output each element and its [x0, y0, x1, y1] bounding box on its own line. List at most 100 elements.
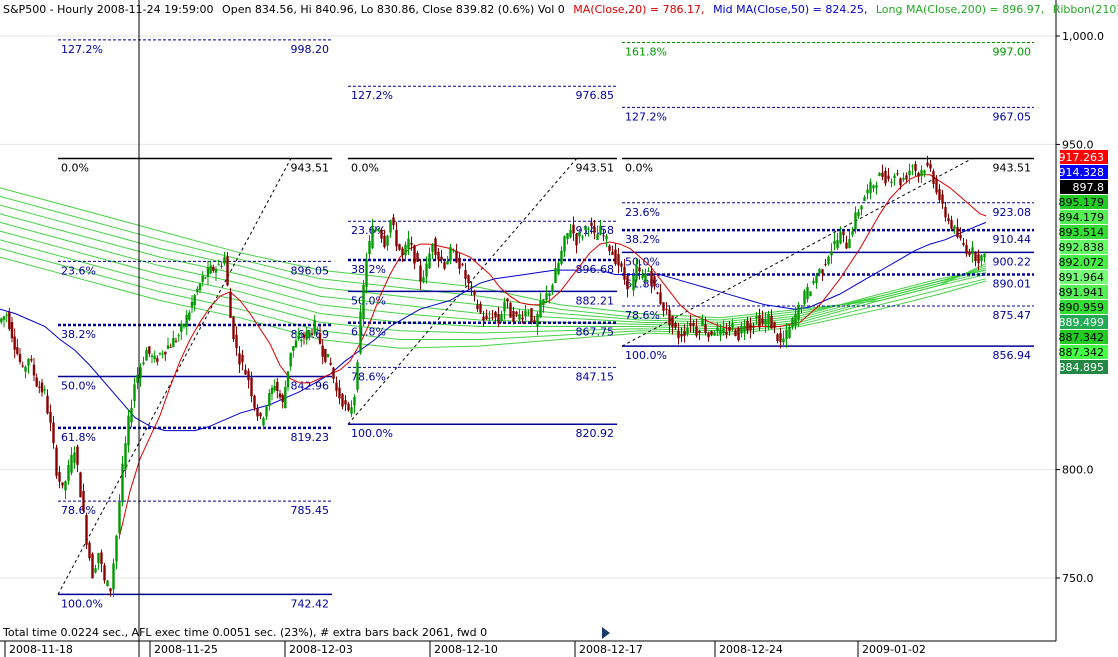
candle-body — [209, 265, 212, 274]
candle-body — [76, 446, 79, 465]
candle-body — [536, 313, 539, 327]
candle-body — [38, 386, 41, 388]
candle-body — [866, 189, 869, 194]
price-tag: 887.342 — [1059, 345, 1108, 359]
fib-level-value: 742.42 — [291, 597, 330, 610]
price-tag-label: 897.8 — [1073, 181, 1105, 194]
price-tag-label: 887.342 — [1059, 331, 1105, 344]
candle-body — [241, 354, 244, 363]
price-tag-label: 884.895 — [1059, 361, 1105, 374]
candle-body — [419, 265, 422, 282]
fib-level-value: 875.47 — [993, 309, 1032, 322]
candle-body — [32, 364, 36, 376]
candle-body — [174, 340, 178, 342]
candle-body — [150, 355, 154, 357]
candle-body — [292, 346, 295, 351]
candle-body — [548, 293, 551, 296]
candle-body — [968, 251, 971, 256]
x-tick-label: 2008-11-25 — [154, 643, 218, 656]
candle-body — [201, 275, 204, 282]
candle-body — [674, 322, 677, 328]
candle-body — [443, 262, 446, 269]
fib-level-value: 967.05 — [993, 110, 1032, 123]
candle-body — [713, 332, 716, 336]
candle-body — [362, 284, 365, 320]
candle-body — [326, 353, 330, 358]
candle-body — [785, 329, 788, 340]
fib-level-pct: 38.2% — [351, 263, 386, 276]
candle-body — [887, 175, 890, 179]
candle-body — [166, 345, 170, 349]
fib-level-pct: 50.0% — [625, 255, 660, 268]
candle-body — [737, 327, 740, 341]
candle-body — [332, 367, 335, 379]
candle-body — [695, 326, 698, 336]
candle-body — [560, 250, 563, 264]
candle-body — [890, 181, 893, 183]
candle-body — [371, 227, 374, 249]
candle-body — [49, 411, 52, 423]
candle-body — [692, 323, 695, 327]
price-tag: 891.964 — [1059, 270, 1108, 284]
candle-body — [911, 165, 914, 167]
candle-body — [500, 314, 503, 322]
candle-body — [527, 312, 530, 314]
candle-body — [452, 250, 455, 252]
candle-body — [539, 300, 542, 317]
candle-body — [521, 317, 524, 320]
y-tick-label: 1,000.0 — [1062, 30, 1104, 43]
candle-body — [18, 353, 22, 362]
candle-body — [286, 371, 290, 388]
candle-body — [725, 331, 728, 335]
candle-body — [659, 292, 662, 304]
candle-body — [109, 588, 112, 592]
candle-body — [464, 270, 467, 279]
candle-body — [881, 172, 884, 177]
candle-body — [156, 358, 159, 362]
fib-level-value: 976.85 — [576, 89, 615, 102]
price-tag-label: 890.959 — [1059, 301, 1105, 314]
candle-body — [755, 316, 758, 319]
candle-body — [198, 283, 202, 290]
candle-body — [85, 515, 88, 545]
x-tick-label: 2008-11-18 — [9, 643, 73, 656]
candle-body — [854, 212, 857, 230]
candle-body — [172, 337, 175, 348]
candle-body — [503, 301, 506, 312]
fib-level-pct: 161.8% — [625, 46, 667, 59]
candle-body — [653, 276, 656, 286]
title-ribbon: Ribbon(210) = 898 — [1053, 3, 1118, 16]
candle-body — [794, 314, 797, 326]
price-tag: 891.941 — [1059, 285, 1108, 299]
candle-body — [566, 233, 569, 240]
candle-body — [273, 386, 276, 391]
candle-body — [791, 318, 794, 327]
candle-body — [845, 242, 848, 249]
fib-level-pct: 50.0% — [351, 294, 386, 307]
candle-body — [341, 394, 344, 407]
candle-body — [980, 255, 983, 261]
candle-body — [223, 256, 226, 264]
candle-body — [914, 163, 917, 171]
candle-body — [329, 362, 332, 365]
price-tag: 895.179 — [1059, 195, 1108, 209]
candle-body — [145, 349, 148, 361]
price-tag: 889.499 — [1059, 315, 1108, 329]
candle-body — [650, 270, 653, 287]
candle-body — [139, 367, 142, 379]
candle-body — [605, 235, 608, 240]
candle-body — [395, 229, 398, 247]
candle-body — [836, 240, 839, 249]
price-tags: 917.263 914.328 897.8 895.179 894.179 893.514… — [1059, 150, 1108, 374]
y-tick-label: 800.0 — [1062, 464, 1094, 477]
fib-level-pct: 38.2% — [61, 328, 96, 341]
candle-body — [569, 229, 572, 238]
y-tick-label: 750.0 — [1062, 572, 1094, 585]
fib-level-value: 867.75 — [576, 326, 615, 339]
candle-body — [344, 400, 347, 405]
candle-body — [947, 218, 950, 222]
candle-body — [94, 568, 97, 573]
stock-chart: 127.2% 998.20 0.0% 943.51 23.6% 896.05 38.2% 86… — [0, 0, 1118, 657]
candle-body — [440, 256, 443, 261]
candle-body — [629, 284, 632, 286]
